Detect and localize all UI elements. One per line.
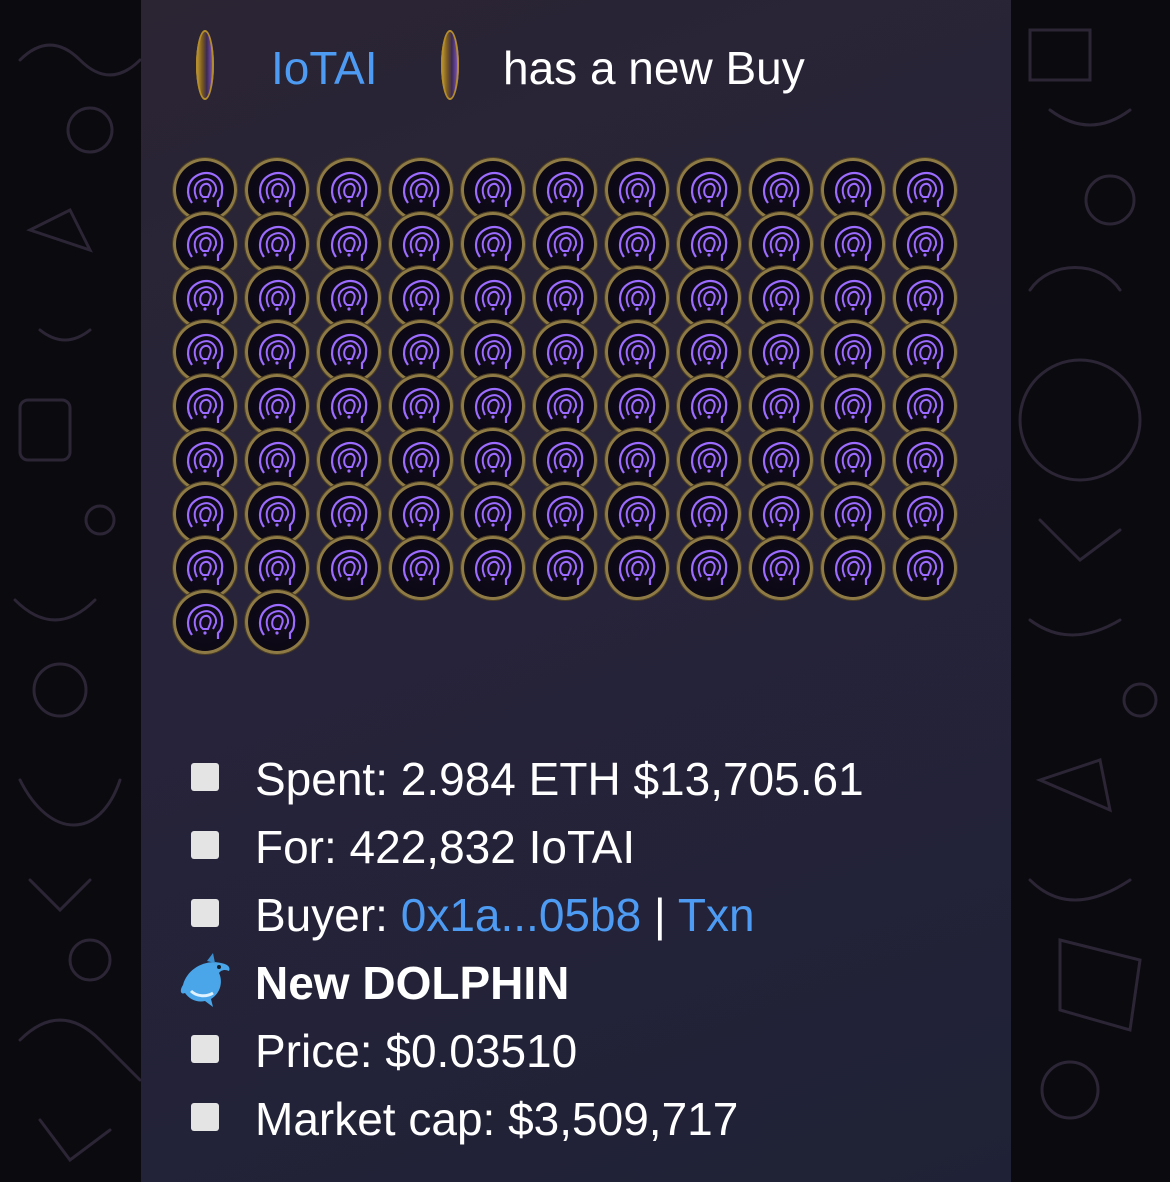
dolphin-icon bbox=[180, 953, 230, 1007]
white-square-icon bbox=[191, 763, 219, 791]
token-link[interactable]: IoTAI bbox=[271, 40, 378, 96]
iotai-coin-icon bbox=[389, 536, 453, 600]
iotai-coin-icon bbox=[173, 590, 237, 654]
iotai-coin-icon bbox=[893, 536, 957, 600]
for-line: For: 422,832 IoTAI bbox=[141, 813, 1011, 881]
buy-alert-message: IoTAI has a new Buy Spent: 2.984 ETH $13… bbox=[141, 0, 1011, 1182]
iotai-coin-icon bbox=[245, 590, 309, 654]
coin-icon bbox=[196, 30, 214, 100]
buyer-line: Buyer: 0x1a...05b8 | Txn bbox=[141, 881, 1011, 949]
dolphin-line: New DOLPHIN bbox=[141, 949, 1011, 1017]
spent-text: Spent: 2.984 ETH $13,705.61 bbox=[255, 753, 864, 805]
dolphin-text: New DOLPHIN bbox=[255, 957, 570, 1009]
price-text: Price: $0.03510 bbox=[255, 1025, 578, 1077]
buyer-text: Buyer: 0x1a...05b8 | Txn bbox=[255, 887, 755, 943]
iotai-coin-icon bbox=[677, 536, 741, 600]
white-square-icon bbox=[191, 831, 219, 859]
white-square-icon bbox=[191, 1035, 219, 1063]
white-square-icon bbox=[191, 899, 219, 927]
coin-emoji-grid bbox=[173, 158, 973, 654]
market-cap-text: Market cap: $3,509,717 bbox=[255, 1093, 739, 1145]
iotai-coin-icon bbox=[605, 536, 669, 600]
txn-link[interactable]: Txn bbox=[678, 889, 755, 941]
spent-line: Spent: 2.984 ETH $13,705.61 bbox=[141, 745, 1011, 813]
header-text: has a new Buy bbox=[503, 42, 805, 94]
white-square-icon bbox=[191, 1103, 219, 1131]
separator: | bbox=[641, 889, 678, 941]
iotai-coin-icon bbox=[317, 536, 381, 600]
iotai-coin-icon bbox=[749, 536, 813, 600]
buyer-address-link[interactable]: 0x1a...05b8 bbox=[401, 889, 641, 941]
market-cap-line: Market cap: $3,509,717 bbox=[141, 1085, 1011, 1153]
buyer-label: Buyer: bbox=[255, 889, 401, 941]
iotai-coin-icon bbox=[821, 536, 885, 600]
iotai-coin-icon bbox=[461, 536, 525, 600]
buy-details: Spent: 2.984 ETH $13,705.61 For: 422,832… bbox=[141, 745, 1011, 1153]
message-header: IoTAI has a new Buy bbox=[141, 22, 1011, 112]
iotai-coin-icon bbox=[533, 536, 597, 600]
for-text: For: 422,832 IoTAI bbox=[255, 821, 636, 873]
coin-icon bbox=[441, 30, 459, 100]
price-line: Price: $0.03510 bbox=[141, 1017, 1011, 1085]
